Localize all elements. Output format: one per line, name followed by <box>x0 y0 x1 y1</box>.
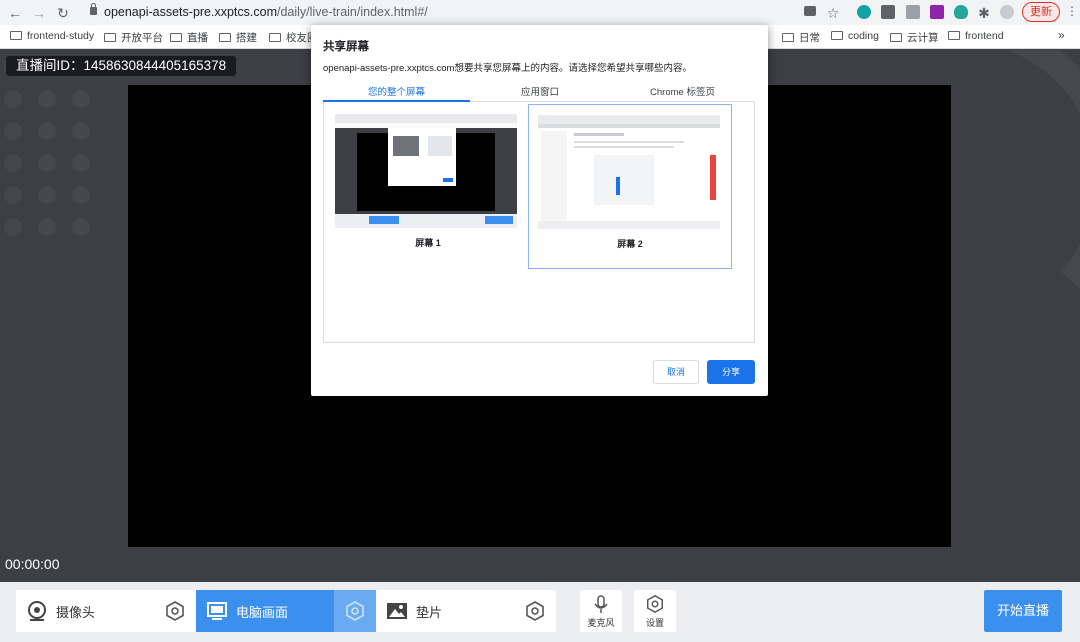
bookmark-item[interactable]: coding <box>831 30 879 42</box>
puzzle-icon[interactable]: ✱ <box>975 4 993 22</box>
screen-source[interactable]: 电脑画面 <box>196 590 376 632</box>
screen-2-label: 屏幕 2 <box>617 239 643 249</box>
background-arc <box>1006 50 1080 289</box>
background-dot <box>72 218 90 236</box>
star-icon[interactable]: ☆ <box>824 4 842 22</box>
background-dot <box>4 154 22 172</box>
lock-icon <box>90 3 97 15</box>
image-icon <box>387 603 407 619</box>
screen-option[interactable]: 屏幕 1 <box>326 104 530 269</box>
folder-icon <box>104 33 116 42</box>
folder-icon <box>219 33 231 42</box>
extension-purple-icon[interactable] <box>930 5 944 19</box>
bookmark-item[interactable]: frontend <box>948 30 1004 42</box>
extension-shield-icon[interactable] <box>954 5 968 19</box>
share-button[interactable]: 分享 <box>707 360 755 384</box>
extension-box-icon[interactable] <box>906 5 920 19</box>
profile-avatar[interactable] <box>1000 5 1014 19</box>
forward-icon[interactable]: → <box>30 4 48 22</box>
microphone-label: 麦克风 <box>587 618 615 628</box>
folder-icon <box>10 31 22 40</box>
screen-settings-button[interactable] <box>334 590 376 632</box>
slide-source[interactable]: 垫片 <box>376 590 556 632</box>
bookmark-item[interactable]: frontend-study <box>10 30 94 42</box>
tab-chrome-tab[interactable]: Chrome 标签页 <box>610 84 755 98</box>
screen-option-selected[interactable]: 屏幕 2 <box>528 104 732 269</box>
tab-entire-screen[interactable]: 您的整个屏幕 <box>323 84 470 98</box>
background-dot <box>72 90 90 108</box>
screen-thumbnail <box>335 114 517 228</box>
back-icon[interactable]: ← <box>6 4 24 22</box>
address-bar[interactable]: openapi-assets-pre.xxptcs.com/daily/live… <box>82 2 852 23</box>
slide-settings-icon[interactable] <box>524 600 546 622</box>
screen-1-label: 屏幕 1 <box>415 238 441 248</box>
dialog-description: openapi-assets-pre.xxptcs.com想要共享您屏幕上的内容… <box>323 63 692 74</box>
address-text: openapi-assets-pre.xxptcs.com/daily/live… <box>104 5 428 19</box>
background-dot <box>38 154 56 172</box>
live-timer: 00:00:00 <box>5 556 60 572</box>
qr-code-icon[interactable] <box>881 5 895 19</box>
folder-icon <box>948 31 960 40</box>
background-dot <box>72 122 90 140</box>
screen-thumbnail <box>538 115 720 229</box>
update-button[interactable]: 更新 <box>1022 2 1060 22</box>
camera-label: 摄像头 <box>56 605 96 620</box>
screen-label: 电脑画面 <box>236 605 289 620</box>
browser-menu-icon[interactable]: ⋮ <box>1066 4 1078 18</box>
folder-icon <box>890 33 902 42</box>
browser-toolbar: ← → ↻ openapi-assets-pre.xxptcs.com/dail… <box>0 0 1080 25</box>
background-dot <box>72 186 90 204</box>
bookmark-item[interactable]: 云计算 <box>890 30 939 45</box>
folder-icon <box>269 33 281 42</box>
camera-source[interactable]: 摄像头 <box>16 590 196 632</box>
bookmark-item[interactable]: 搭建 <box>219 30 257 45</box>
background-dot <box>38 218 56 236</box>
start-live-button[interactable]: 开始直播 <box>984 590 1062 632</box>
background-dot <box>4 186 22 204</box>
background-dot <box>4 122 22 140</box>
bookmark-item[interactable]: 开放平台 <box>104 30 163 45</box>
screen-settings-icon <box>346 601 364 621</box>
tab-application-window[interactable]: 应用窗口 <box>470 84 610 98</box>
monitor-icon <box>207 602 227 620</box>
settings-icon <box>647 594 663 614</box>
dialog-title: 共享屏幕 <box>323 41 369 53</box>
background-dot <box>38 90 56 108</box>
reload-icon[interactable]: ↻ <box>54 4 72 22</box>
control-bar: 摄像头 电脑画面 垫片 麦克风 设置 开始直播 <box>0 582 1080 642</box>
bookmarks-overflow-icon[interactable]: » <box>1058 28 1065 42</box>
folder-icon <box>170 33 182 42</box>
folder-icon <box>831 31 843 40</box>
bookmark-item[interactable]: 直播 <box>170 30 208 45</box>
background-dot <box>38 122 56 140</box>
background-dot <box>38 186 56 204</box>
share-tabs: 您的整个屏幕 应用窗口 Chrome 标签页 <box>323 79 755 102</box>
camera-icon <box>28 601 46 621</box>
settings-label: 设置 <box>645 618 664 628</box>
folder-icon <box>782 33 794 42</box>
background-dot <box>4 218 22 236</box>
source-selector: 摄像头 电脑画面 垫片 <box>16 590 556 632</box>
settings-button[interactable]: 设置 <box>634 590 676 632</box>
background-dot <box>4 90 22 108</box>
cancel-button[interactable]: 取消 <box>653 360 699 384</box>
microphone-button[interactable]: 麦克风 <box>580 590 622 632</box>
microphone-icon <box>594 595 608 613</box>
share-screen-dialog: 共享屏幕 openapi-assets-pre.xxptcs.com想要共享您屏… <box>311 25 768 396</box>
camera-settings-icon[interactable] <box>164 600 186 622</box>
screen-list: 屏幕 1 屏幕 2 <box>323 102 755 343</box>
slide-label: 垫片 <box>416 605 443 620</box>
bookmark-item[interactable]: 日常 <box>782 30 820 45</box>
extension-m-icon[interactable] <box>857 5 871 19</box>
camera-indicator-icon[interactable] <box>804 6 816 16</box>
background-dot <box>72 154 90 172</box>
room-id-label: 直播间ID：1458630844405165378 <box>6 56 237 76</box>
